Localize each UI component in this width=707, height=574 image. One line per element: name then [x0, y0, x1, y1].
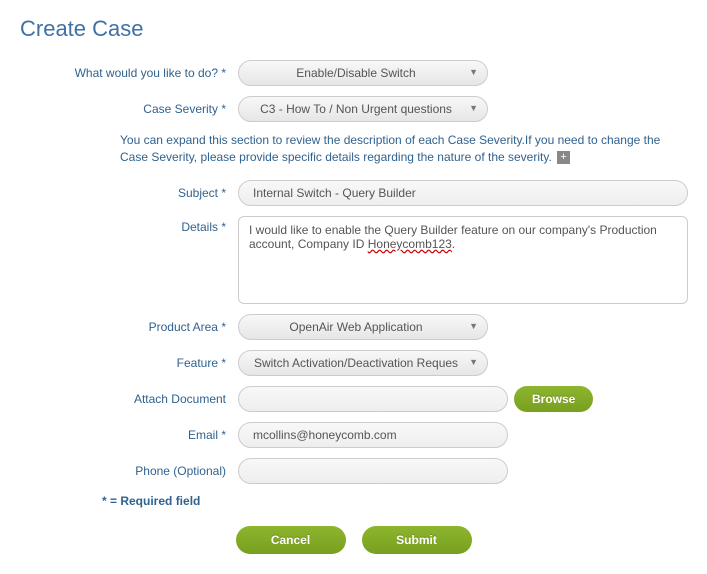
subject-input[interactable]	[238, 180, 688, 206]
details-textarea[interactable]: I would like to enable the Query Builder…	[238, 216, 688, 304]
browse-button[interactable]: Browse	[514, 386, 593, 412]
feature-select[interactable]: Switch Activation/Deactivation Reques	[238, 350, 488, 376]
label-product-area: Product Area *	[20, 320, 238, 334]
label-phone: Phone (Optional)	[20, 464, 238, 478]
required-note: * = Required field	[102, 494, 687, 508]
page-title: Create Case	[20, 16, 687, 42]
attach-input[interactable]	[238, 386, 508, 412]
label-feature: Feature *	[20, 356, 238, 370]
expand-icon[interactable]: +	[557, 151, 570, 164]
email-input[interactable]	[238, 422, 508, 448]
label-details: Details *	[20, 216, 238, 234]
submit-button[interactable]: Submit	[362, 526, 472, 554]
label-subject: Subject *	[20, 186, 238, 200]
product-area-select[interactable]: OpenAir Web Application	[238, 314, 488, 340]
cancel-button[interactable]: Cancel	[236, 526, 346, 554]
label-attach: Attach Document	[20, 392, 238, 406]
phone-input[interactable]	[238, 458, 508, 484]
label-severity: Case Severity *	[20, 102, 238, 116]
severity-select[interactable]: C3 - How To / Non Urgent questions	[238, 96, 488, 122]
severity-info-text: You can expand this section to review th…	[20, 132, 687, 166]
label-email: Email *	[20, 428, 238, 442]
what-do-select[interactable]: Enable/Disable Switch	[238, 60, 488, 86]
label-what-do: What would you like to do? *	[20, 66, 238, 80]
